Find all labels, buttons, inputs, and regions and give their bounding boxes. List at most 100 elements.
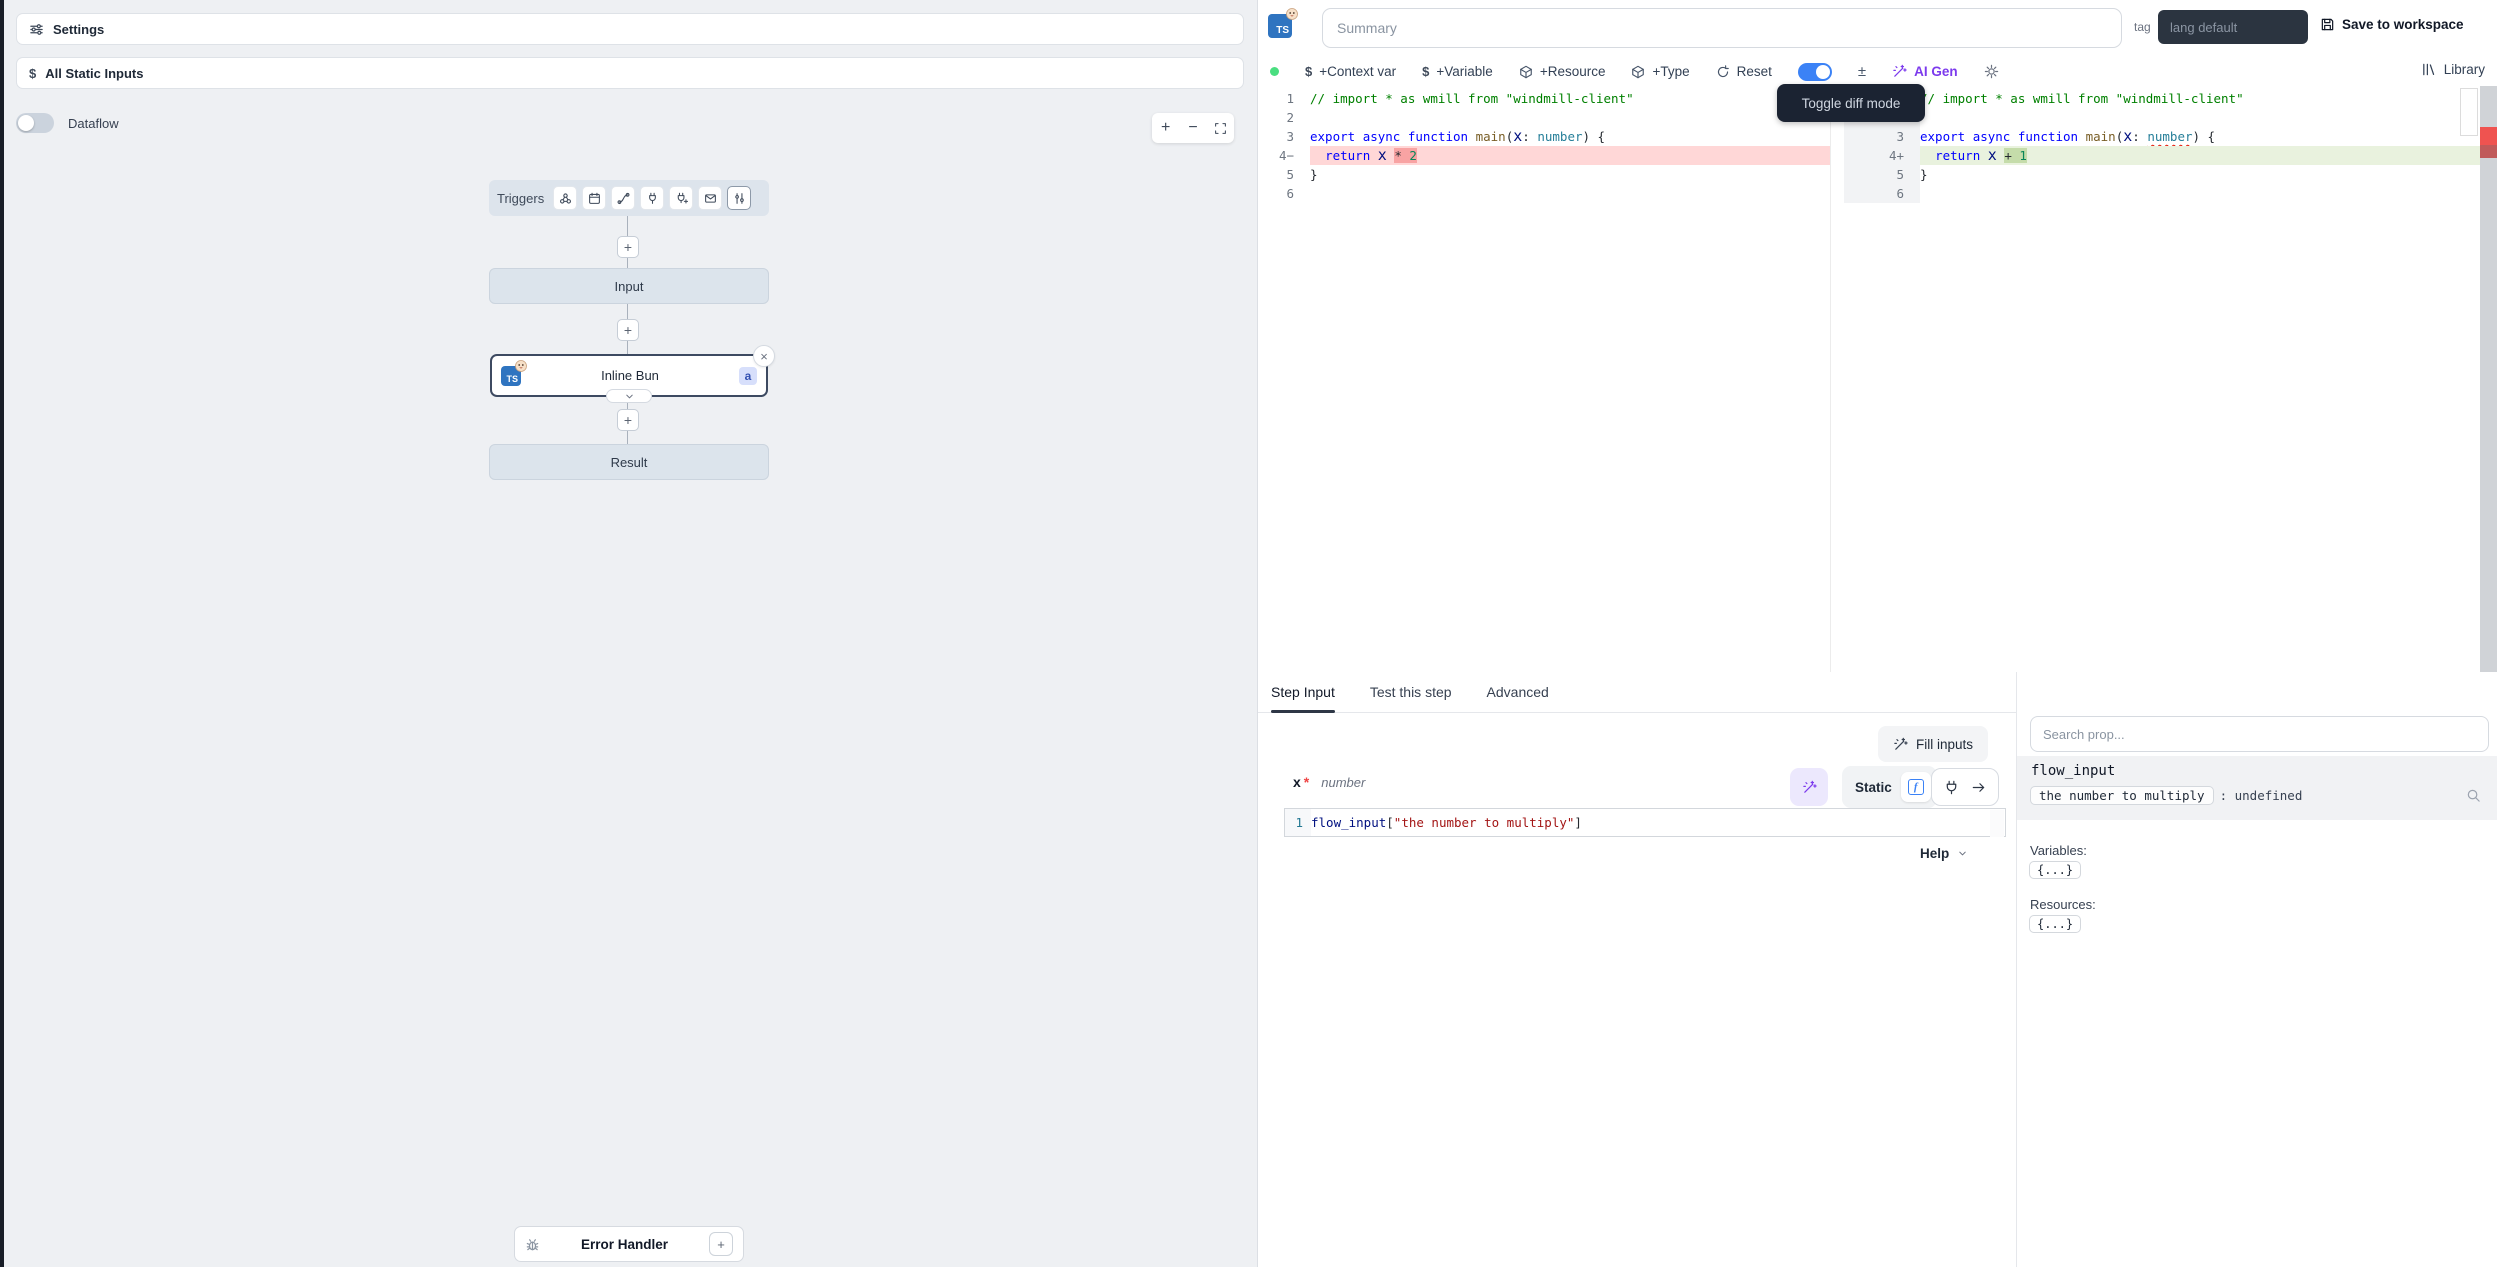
diff-modified-pane[interactable]: 1// import * as wmill from "windmill-cli…: [1844, 86, 2480, 203]
prop-key-pill[interactable]: the number to multiply: [2030, 786, 2214, 805]
wand-icon: [1893, 737, 1908, 752]
schedule-icon: [588, 192, 601, 205]
help-dropdown[interactable]: Help: [1920, 846, 1968, 861]
typescript-badge: TS: [501, 366, 521, 386]
field-name: x: [1293, 774, 1301, 790]
line-number: 5: [1844, 165, 1920, 184]
email-trigger-button[interactable]: [698, 186, 722, 210]
settings-button[interactable]: Settings: [16, 13, 1244, 45]
tag-label: tag: [2134, 20, 2151, 34]
resources-label: Resources:: [2030, 897, 2096, 912]
result-node-label: Result: [611, 455, 648, 470]
input-node-label: Input: [615, 279, 644, 294]
websocket-trigger-button[interactable]: [640, 186, 664, 210]
code-line: 1// import * as wmill from "windmill-cli…: [1844, 89, 2480, 108]
add-step-button[interactable]: +: [617, 319, 639, 341]
plug-icon[interactable]: [1944, 780, 1959, 795]
input-node[interactable]: Input: [489, 268, 769, 304]
code-line: 2: [1844, 108, 2480, 127]
code-line: 1// import * as wmill from "windmill-cli…: [1258, 89, 1830, 108]
result-node[interactable]: Result: [489, 444, 769, 480]
wand-icon: [1892, 64, 1907, 79]
bug-icon: [525, 1237, 540, 1252]
diff-change-marker: [2480, 145, 2497, 158]
expression-mode-button[interactable]: f: [1901, 772, 1931, 802]
search-icon[interactable]: [2466, 788, 2481, 803]
add-variable-button[interactable]: $ +Variable: [1422, 64, 1493, 79]
search-prop-input[interactable]: [2030, 716, 2489, 752]
database-trigger-button[interactable]: [669, 186, 693, 210]
zoom-in-button[interactable]: +: [1155, 117, 1177, 139]
static-mode-label: Static: [1855, 780, 1892, 795]
step-node-inline-bun[interactable]: TS Inline Bun a ×: [490, 354, 768, 397]
field-type: number: [1321, 775, 1365, 790]
save-to-workspace-button[interactable]: Save to workspace: [2320, 17, 2464, 32]
webhook-icon: [559, 192, 572, 205]
tag-input[interactable]: [2158, 10, 2308, 44]
websocket-icon: [646, 192, 659, 205]
line-number: 4−: [1258, 146, 1310, 165]
package-icon: [1519, 65, 1533, 79]
code-line: 5}: [1844, 165, 2480, 184]
all-static-inputs-button[interactable]: $ All Static Inputs: [16, 57, 1244, 89]
ai-fill-field-button[interactable]: [1790, 768, 1828, 806]
font-size-control[interactable]: ±: [1858, 63, 1866, 80]
ai-gen-button[interactable]: AI Gen: [1892, 64, 1958, 79]
chevron-down-icon: [1957, 848, 1968, 859]
fit-view-button[interactable]: [1209, 117, 1231, 139]
code-line: 1flow_input["the number to multiply"]: [1285, 809, 2005, 836]
tab-test-this-step[interactable]: Test this step: [1370, 676, 1452, 712]
zoom-out-button[interactable]: −: [1182, 117, 1204, 139]
error-handler-node[interactable]: Error Handler +: [514, 1226, 744, 1262]
connect-input-control: [1931, 768, 1999, 806]
add-error-handler-button[interactable]: +: [709, 1232, 733, 1256]
diff-original-pane[interactable]: 1// import * as wmill from "windmill-cli…: [1258, 86, 1830, 203]
line-number: 1: [1285, 809, 1311, 836]
error-handler-label: Error Handler: [548, 1237, 701, 1252]
webhook-trigger-button[interactable]: [553, 186, 577, 210]
step-node-label: Inline Bun: [521, 368, 739, 383]
summary-input[interactable]: [1322, 8, 2122, 48]
diff-mode-toggle[interactable]: [1798, 63, 1832, 81]
add-type-button[interactable]: +Type: [1631, 64, 1689, 79]
add-resource-button[interactable]: +Resource: [1519, 64, 1606, 79]
variables-label: Variables:: [2030, 843, 2087, 858]
prop-name: flow_input: [2031, 763, 2115, 779]
tab-step-input[interactable]: Step Input: [1271, 676, 1335, 712]
field-label: x * number: [1293, 774, 1365, 790]
line-number: 3: [1844, 127, 1920, 146]
collapse-step-button[interactable]: [606, 389, 652, 403]
fill-inputs-button[interactable]: Fill inputs: [1878, 726, 1988, 762]
input-expression-editor[interactable]: 1flow_input["the number to multiply"]: [1284, 808, 2006, 837]
tab-advanced[interactable]: Advanced: [1487, 676, 1549, 712]
editor-scrollbar[interactable]: [2460, 88, 2478, 136]
code-diff-editor[interactable]: 1// import * as wmill from "windmill-cli…: [1258, 86, 2497, 672]
line-number: 3: [1258, 127, 1310, 146]
step-editor-panel: TS tag Save to workspace $ +Context var …: [1258, 0, 2497, 1267]
schedule-trigger-button[interactable]: [582, 186, 606, 210]
resources-object-pill[interactable]: {...}: [2029, 915, 2081, 933]
library-button[interactable]: Library: [2421, 62, 2485, 77]
flow-input-prop-row[interactable]: flow_input the number to multiply : unde…: [2017, 756, 2497, 820]
variables-object-pill[interactable]: {...}: [2029, 861, 2081, 879]
triggers-bar[interactable]: Triggers: [489, 180, 769, 216]
add-step-button[interactable]: +: [617, 236, 639, 258]
route-trigger-button[interactable]: [611, 186, 635, 210]
dollar-icon: $: [29, 66, 36, 81]
dataflow-toggle[interactable]: [16, 113, 54, 133]
dollar-icon: $: [1305, 64, 1312, 79]
editor-settings-button[interactable]: [1984, 64, 1999, 79]
add-context-var-button[interactable]: $ +Context var: [1305, 64, 1396, 79]
settings-icon: [29, 22, 44, 37]
delete-step-button[interactable]: ×: [753, 345, 775, 367]
typescript-badge: TS: [1268, 14, 1292, 38]
settings-label: Settings: [53, 22, 104, 37]
custom-trigger-button[interactable]: [727, 186, 751, 210]
add-step-button[interactable]: +: [617, 409, 639, 431]
code-line: 4+ return x + 1: [1844, 146, 2480, 165]
reset-button[interactable]: Reset: [1716, 64, 1772, 79]
arrow-right-icon[interactable]: [1971, 780, 1986, 795]
dataflow-row: Dataflow: [16, 113, 119, 133]
line-number: 1: [1258, 89, 1310, 108]
editor-toolbar: $ +Context var $ +Variable +Resource +Ty…: [1258, 57, 2497, 86]
